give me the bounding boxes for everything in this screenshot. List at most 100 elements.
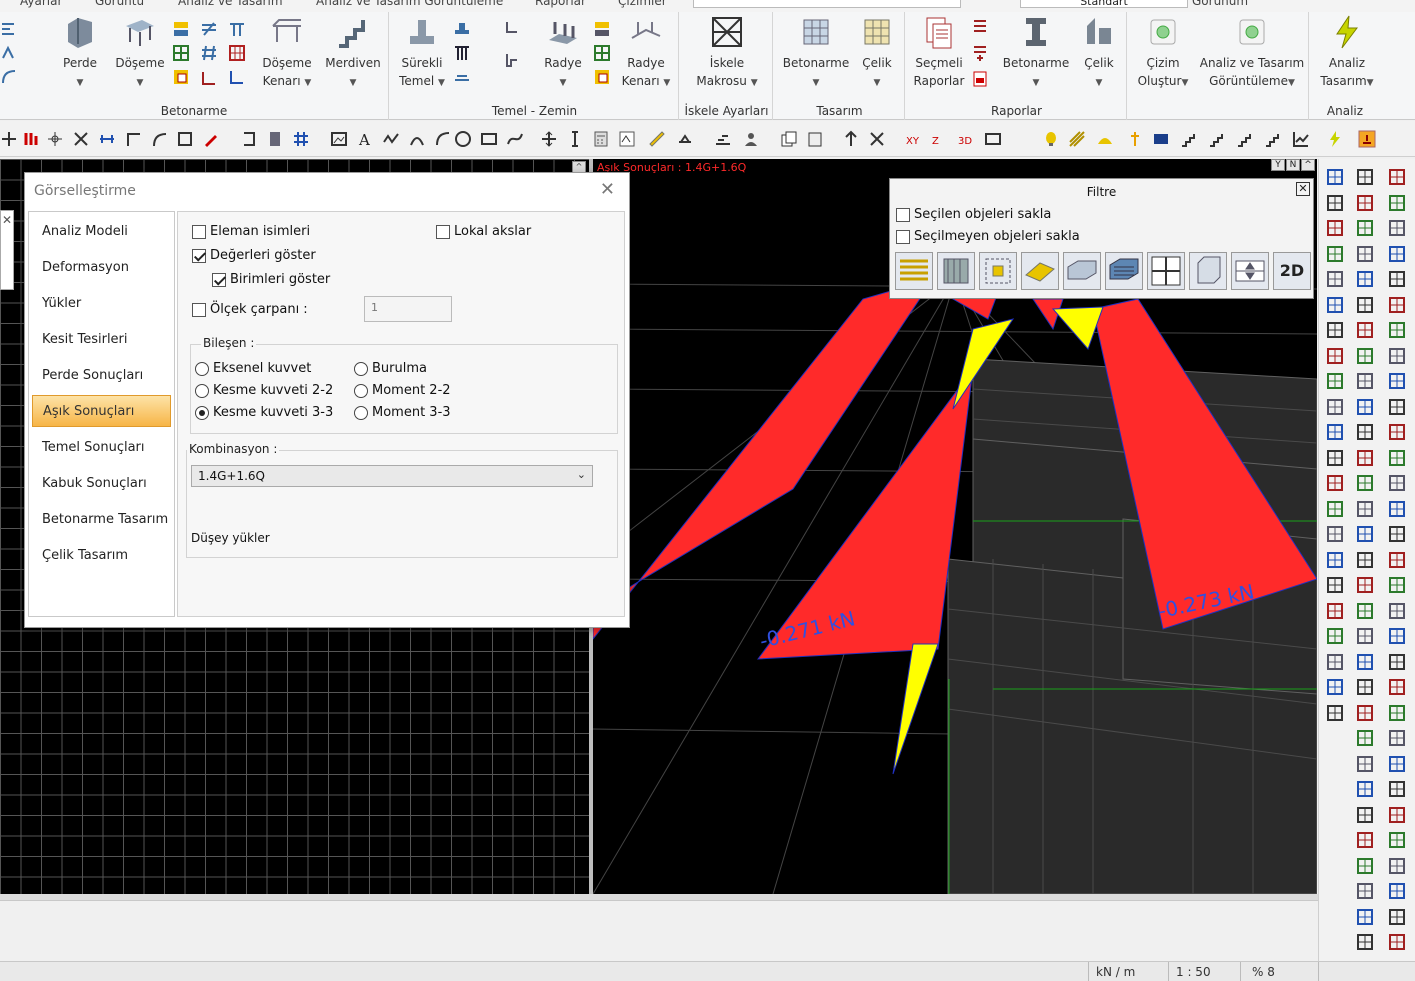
dim-vertical-icon[interactable] bbox=[566, 130, 584, 148]
palette-tool-icon[interactable] bbox=[1355, 473, 1375, 493]
palette-tool-icon[interactable] bbox=[1355, 218, 1375, 238]
lokal-akslar-checkbox[interactable]: Lokal akslar bbox=[436, 224, 531, 239]
palette-tool-icon[interactable] bbox=[1387, 193, 1407, 213]
bracket-icon[interactable] bbox=[240, 130, 258, 148]
pdf-icon[interactable] bbox=[971, 70, 989, 88]
radio-moment-2-2[interactable]: Moment 2-2 bbox=[354, 383, 451, 398]
raft-grid-icon[interactable] bbox=[593, 44, 611, 62]
circle-icon[interactable] bbox=[454, 130, 472, 148]
dimension-icon[interactable] bbox=[98, 130, 116, 148]
palette-tool-icon[interactable] bbox=[1325, 422, 1345, 442]
surekli-temel-button[interactable]: Sürekli Temel ▼ bbox=[397, 14, 447, 92]
report-add-icon[interactable] bbox=[971, 44, 989, 62]
radio-eksenel-kuvvet[interactable]: Eksenel kuvvet bbox=[195, 361, 311, 376]
palette-tool-icon[interactable] bbox=[1387, 295, 1407, 315]
palette-tool-icon[interactable] bbox=[1325, 652, 1345, 672]
palette-tool-icon[interactable] bbox=[1325, 550, 1345, 570]
style-combo[interactable]: Standart bbox=[1020, 0, 1188, 8]
footing-small-icon[interactable] bbox=[453, 20, 471, 38]
bulb-icon[interactable] bbox=[1042, 130, 1060, 148]
nav-analiz-modeli[interactable]: Analiz Modeli bbox=[32, 216, 171, 248]
slab-edge-small-icon[interactable] bbox=[200, 68, 218, 86]
nav-betonarme-tasarim[interactable]: Betonarme Tasarım bbox=[32, 504, 171, 536]
person-icon[interactable] bbox=[742, 130, 760, 148]
palette-tool-icon[interactable] bbox=[1387, 881, 1407, 901]
ruler-icon[interactable] bbox=[648, 130, 666, 148]
olcek-carpani-checkbox[interactable]: Ölçek çarpanı : bbox=[192, 302, 308, 317]
palette-tool-icon[interactable] bbox=[1355, 193, 1375, 213]
palette-tool-icon[interactable] bbox=[1355, 524, 1375, 544]
grid-hash-icon[interactable] bbox=[292, 130, 310, 148]
palette-tool-icon[interactable] bbox=[1387, 703, 1407, 723]
slab-ribbed-icon[interactable] bbox=[172, 20, 190, 38]
palette-tool-icon[interactable] bbox=[1387, 805, 1407, 825]
dialog-close-button[interactable]: ✕ bbox=[600, 179, 615, 200]
palette-tool-icon[interactable] bbox=[1355, 397, 1375, 417]
radio-moment-3-3[interactable]: Moment 3-3 bbox=[354, 405, 451, 420]
palette-tool-icon[interactable] bbox=[1355, 830, 1375, 850]
palette-tool-icon[interactable] bbox=[1387, 448, 1407, 468]
palette-tool-icon[interactable] bbox=[1387, 779, 1407, 799]
menu-raporlar[interactable]: Raporlar bbox=[535, 0, 586, 8]
arc-beam-icon[interactable] bbox=[0, 68, 18, 86]
copy-icon[interactable] bbox=[780, 130, 798, 148]
column-bar-icon[interactable] bbox=[22, 130, 40, 148]
palette-tool-icon[interactable] bbox=[1355, 371, 1375, 391]
degerleri-goster-checkbox[interactable]: Değerleri göster bbox=[192, 248, 316, 263]
raft-hatch-icon[interactable] bbox=[593, 20, 611, 38]
stair-small3-icon[interactable] bbox=[1236, 130, 1254, 148]
palette-tool-icon[interactable] bbox=[1387, 524, 1407, 544]
palette-tool-icon[interactable] bbox=[1355, 295, 1375, 315]
dome-icon[interactable] bbox=[1096, 130, 1114, 148]
palette-tool-icon[interactable] bbox=[1355, 677, 1375, 697]
paste-icon[interactable] bbox=[806, 130, 824, 148]
plan-icon[interactable] bbox=[984, 130, 1002, 148]
command-area[interactable] bbox=[0, 900, 1318, 961]
grid-filter-icon[interactable] bbox=[1147, 252, 1185, 290]
menu-analiz-tasarim-goruntuleme[interactable]: Analiz ve Tasarım Görüntüleme bbox=[316, 0, 503, 8]
iskele-makrosu-button[interactable]: İskele Makrosu ▼ bbox=[685, 14, 769, 92]
radio-burulma[interactable]: Burulma bbox=[354, 361, 427, 376]
palette-tool-icon[interactable] bbox=[1387, 397, 1407, 417]
palette-tool-icon[interactable] bbox=[1355, 754, 1375, 774]
palette-tool-icon[interactable] bbox=[1387, 601, 1407, 621]
xy-icon[interactable]: XY bbox=[906, 130, 924, 148]
window-icon[interactable] bbox=[1152, 130, 1170, 148]
viewport-n-button[interactable]: N bbox=[1286, 159, 1300, 171]
palette-tool-icon[interactable] bbox=[1387, 422, 1407, 442]
palette-tool-icon[interactable] bbox=[1355, 779, 1375, 799]
foundation-beam-icon[interactable] bbox=[503, 52, 521, 70]
raft-opening-icon[interactable] bbox=[593, 68, 611, 86]
mirror-icon[interactable] bbox=[676, 130, 694, 148]
menu-cizimler[interactable]: Çizimler bbox=[618, 0, 667, 8]
palette-tool-icon[interactable] bbox=[1325, 320, 1345, 340]
box-filter-icon[interactable] bbox=[1189, 252, 1227, 290]
tasarim-betonarme-button[interactable]: Betonarme ▼ bbox=[779, 14, 853, 92]
palette-tool-icon[interactable] bbox=[1355, 703, 1375, 723]
palette-tool-icon[interactable] bbox=[1387, 550, 1407, 570]
pin-icon[interactable] bbox=[1126, 130, 1144, 148]
axis-cross-icon[interactable] bbox=[46, 130, 64, 148]
pencil-icon[interactable] bbox=[202, 130, 220, 148]
polyline-icon[interactable] bbox=[382, 130, 400, 148]
elevation-filter-icon[interactable] bbox=[1231, 252, 1269, 290]
multi-arrow-icon[interactable] bbox=[868, 130, 886, 148]
beam-filter-icon[interactable] bbox=[895, 252, 933, 290]
slab-filter-icon[interactable] bbox=[1021, 252, 1059, 290]
palette-tool-icon[interactable] bbox=[1387, 269, 1407, 289]
olcek-carpani-input[interactable]: 1 bbox=[364, 296, 452, 322]
3d-icon[interactable]: 3D bbox=[958, 130, 976, 148]
palette-tool-icon[interactable] bbox=[1325, 601, 1345, 621]
palette-tool-icon[interactable] bbox=[1325, 346, 1345, 366]
palette-tool-icon[interactable] bbox=[1387, 167, 1407, 187]
hatch-yellow-icon[interactable] bbox=[1068, 130, 1086, 148]
palette-tool-icon[interactable] bbox=[1325, 575, 1345, 595]
eleman-isimleri-checkbox[interactable]: Eleman isimleri bbox=[192, 224, 310, 239]
palette-tool-icon[interactable] bbox=[1355, 575, 1375, 595]
menu-goruntu[interactable]: Görüntü bbox=[95, 0, 144, 8]
report-list-icon[interactable] bbox=[971, 18, 989, 36]
palette-tool-icon[interactable] bbox=[1387, 754, 1407, 774]
nav-yukler[interactable]: Yükler bbox=[32, 288, 171, 320]
rapor-celik-button[interactable]: Çelik ▼ bbox=[1077, 14, 1121, 92]
radio-kesme-kuvveti-3-3[interactable]: Kesme kuvveti 3-3 bbox=[195, 405, 333, 420]
